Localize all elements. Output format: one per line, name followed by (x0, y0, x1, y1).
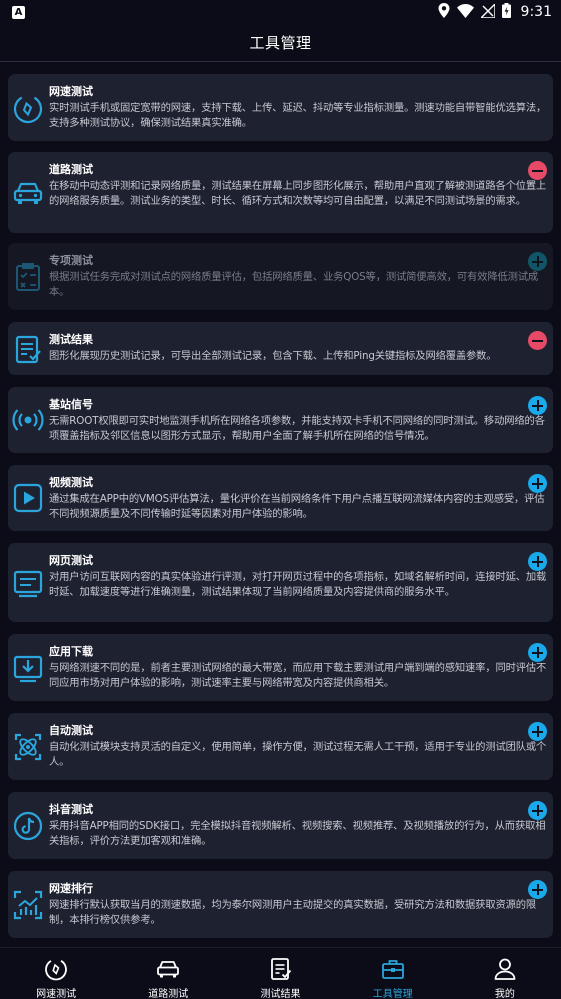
add-tool-button[interactable] (528, 474, 547, 493)
add-tool-button[interactable] (528, 643, 547, 662)
antenna-icon (11, 403, 45, 437)
report-icon (268, 956, 294, 982)
download-icon (11, 651, 45, 685)
tool-desc: 网速排行默认获取当月的测速数据，均为泰尔网测用户主动提交的真实数据，受研究方法和… (49, 899, 537, 926)
atom-icon (11, 730, 45, 764)
tool-title: 测试结果 (49, 333, 93, 346)
webpage-icon (11, 566, 45, 600)
add-tool-button[interactable] (528, 252, 547, 271)
tool-desc: 图形化展现历史测试记录，可导出全部测试记录，包含下载、上传和Ping关键指标及网… (49, 350, 497, 362)
tool-card-video[interactable]: 视频测试 通过集成在APP中的VMOS评估算法，量化评价在当前网络条件下用户点播… (8, 465, 553, 531)
nav-label: 我的 (494, 989, 515, 999)
tool-title: 基站信号 (49, 398, 93, 411)
tool-card-douyin[interactable]: 抖音测试 采用抖音APP相同的SDK接口，完全模拟抖音视频解析、视频搜索、视频推… (8, 792, 553, 859)
tool-card-auto[interactable]: 自动测试 自动化测试模块支持灵活的自定义，使用简单，操作方便，测试过程无需人工干… (8, 713, 553, 780)
user-icon (492, 956, 518, 982)
tool-title: 网页测试 (49, 554, 93, 567)
tool-title: 抖音测试 (49, 803, 93, 816)
speed-gauge-icon (11, 91, 45, 125)
location-icon (438, 2, 450, 22)
tool-title: 自动测试 (49, 724, 93, 737)
tool-title: 专项测试 (49, 254, 93, 267)
page-title: 工具管理 (249, 34, 312, 52)
tool-card-cell[interactable]: 基站信号 无需ROOT权限即可实时地监测手机所在网络各项参数，并能支持双卡手机不… (8, 387, 553, 453)
tool-card-special[interactable]: 专项测试 根据测试任务完成对测试点的网络质量评估，包括网络质量、业务QOS等，测… (8, 243, 553, 310)
nav-item-tool-management[interactable]: 工具管理 (337, 948, 449, 999)
play-icon (11, 481, 45, 515)
tool-card-speed[interactable]: 网速测试 实时测试手机或固定宽带的网速，支持下载、上传、延迟、抖动等专业指标测量… (8, 74, 553, 141)
toolbox-icon (380, 956, 406, 982)
add-tool-button[interactable] (528, 801, 547, 820)
tool-card-road[interactable]: 道路测试 在移动中动态评测和记录网络质量，测试结果在屏幕上同步图形化展示，帮助用… (8, 152, 553, 233)
nav-item-speed-test[interactable]: 网速测试 (0, 948, 112, 999)
remove-tool-button[interactable] (528, 331, 547, 350)
add-tool-button[interactable] (528, 722, 547, 741)
speed-gauge-icon (43, 956, 69, 982)
tool-desc: 对用户访问互联网内容的真实体验进行评测，对打开网页过程中的各项指标，如域名解析时… (49, 571, 547, 598)
tool-title: 应用下载 (49, 645, 93, 658)
car-icon (155, 956, 181, 982)
tool-card-web[interactable]: 网页测试 对用户访问互联网内容的真实体验进行评测，对打开网页过程中的各项指标，如… (8, 543, 553, 622)
tool-title: 道路测试 (49, 163, 93, 176)
tool-card-ranking[interactable]: 网速排行 网速排行默认获取当月的测速数据，均为泰尔网测用户主动提交的真实数据，受… (8, 871, 553, 938)
notification-badge: A (12, 5, 25, 19)
signal-icon (478, 1, 496, 22)
tool-card-download[interactable]: 应用下载 与网络测速不同的是，前者主要测试网络的最大带宽，而应用下载主要测试用户… (8, 634, 553, 701)
nav-item-road-test[interactable]: 道路测试 (112, 948, 224, 999)
nav-label: 工具管理 (372, 989, 413, 999)
ranking-chart-icon (11, 888, 45, 922)
tool-desc: 根据测试任务完成对测试点的网络质量评估，包括网络质量、业务QOS等，测试简便高效… (49, 271, 539, 298)
remove-tool-button[interactable] (528, 161, 547, 180)
nav-item-profile[interactable]: 我的 (449, 948, 561, 999)
tool-desc: 自动化测试模块支持灵活的自定义，使用简单，操作方便，测试过程无需人工干预，适用于… (49, 741, 547, 768)
tool-desc: 与网络测速不同的是，前者主要测试网络的最大带宽，而应用下载主要测试用户端到端的感… (49, 662, 547, 689)
tool-title: 网速测试 (49, 85, 93, 98)
nav-label: 道路测试 (148, 989, 189, 999)
add-tool-button[interactable] (528, 880, 547, 899)
add-tool-button[interactable] (528, 396, 547, 415)
battery-icon (501, 2, 511, 22)
tool-desc: 通过集成在APP中的VMOS评估算法，量化评价在当前网络条件下用户点播互联网流媒… (49, 493, 545, 520)
nav-label: 网速测试 (36, 989, 77, 999)
app-header: 工具管理 (0, 24, 561, 62)
add-tool-button[interactable] (528, 552, 547, 571)
tool-desc: 在移动中动态评测和记录网络质量，测试结果在屏幕上同步图形化展示，帮助用户直观了解… (49, 180, 547, 207)
status-bar: A 9:31 (0, 0, 561, 24)
tool-list[interactable]: 网速测试 实时测试手机或固定宽带的网速，支持下载、上传、延迟、抖动等专业指标测量… (0, 62, 561, 947)
clipboard-check-icon (11, 260, 45, 294)
nav-label: 测试结果 (260, 989, 301, 999)
tiktok-icon (11, 809, 45, 843)
tool-desc: 采用抖音APP相同的SDK接口，完全模拟抖音视频解析、视频搜索、视频推荐、及视频… (49, 820, 546, 847)
status-time: 9:31 (520, 4, 552, 20)
tool-desc: 无需ROOT权限即可实时地监测手机所在网络各项参数，并能支持双卡手机不同网络的同… (49, 415, 545, 442)
tool-card-results[interactable]: 测试结果 图形化展现历史测试记录，可导出全部测试记录，包含下载、上传和Ping关… (8, 322, 553, 375)
tool-title: 视频测试 (49, 476, 93, 489)
bottom-nav: 网速测试 道路测试 测试结果 工具管理 我的 (0, 947, 561, 999)
report-icon (11, 332, 45, 366)
wifi-icon (456, 3, 474, 22)
tool-title: 网速排行 (49, 882, 93, 895)
tool-desc: 实时测试手机或固定宽带的网速，支持下载、上传、延迟、抖动等专业指标测量。测速功能… (49, 102, 547, 129)
car-icon (11, 176, 45, 210)
nav-item-results[interactable]: 测试结果 (224, 948, 336, 999)
